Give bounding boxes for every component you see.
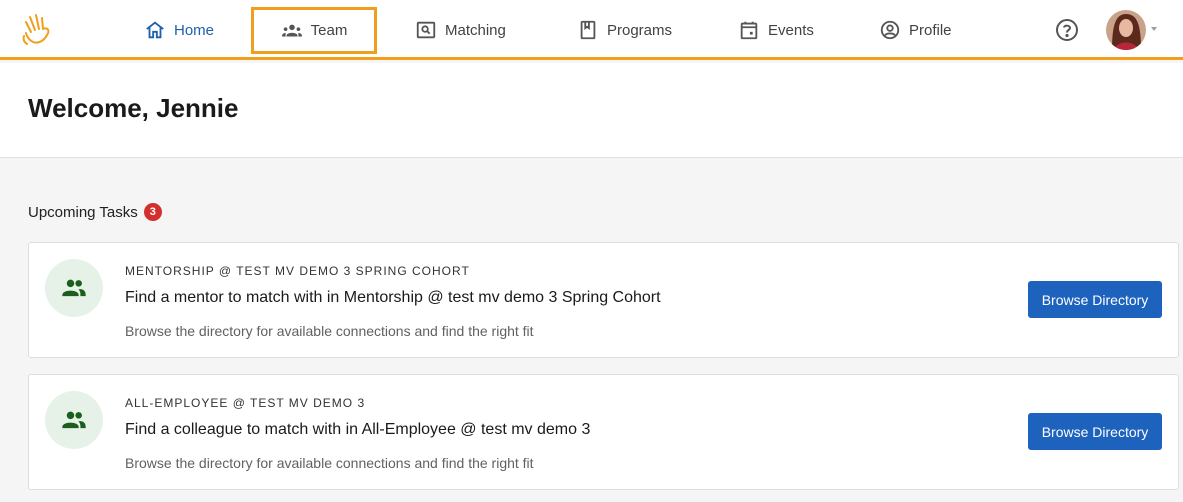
- task-avatar: [45, 391, 103, 449]
- help-icon[interactable]: [1055, 18, 1079, 42]
- account-circle-icon: [880, 20, 900, 40]
- nav-label-events: Events: [768, 21, 814, 39]
- user-photo-icon: [1106, 10, 1146, 50]
- waving-hand-icon[interactable]: [22, 12, 54, 46]
- matching-icon: [416, 21, 436, 39]
- team-icon: [281, 24, 302, 36]
- browse-directory-button[interactable]: Browse Directory: [1028, 413, 1162, 450]
- task-card-all-employee: ALL-EMPLOYEE @ TEST MV DEMO 3 Find a col…: [28, 374, 1179, 490]
- section-title: Upcoming Tasks: [28, 203, 138, 221]
- nav-item-matching[interactable]: Matching: [415, 8, 506, 52]
- task-card-mentorship: MENTORSHIP @ TEST MV DEMO 3 SPRING COHOR…: [28, 242, 1179, 358]
- calendar-icon: [740, 21, 758, 40]
- task-eyebrow: ALL-EMPLOYEE @ TEST MV DEMO 3: [125, 396, 366, 410]
- people-icon: [62, 411, 86, 429]
- page-title: Welcome, Jennie: [28, 93, 239, 123]
- chevron-down-icon[interactable]: [1151, 27, 1157, 31]
- task-title: Find a colleague to match with in All-Em…: [125, 421, 591, 438]
- nav-item-home[interactable]: Home: [144, 8, 214, 52]
- home-icon: [146, 21, 164, 39]
- nav-label-programs: Programs: [607, 21, 673, 39]
- nav-item-events[interactable]: Events: [738, 8, 814, 52]
- nav-item-team[interactable]: Team: [251, 7, 377, 54]
- task-description: Browse the directory for available conne…: [125, 323, 534, 339]
- nav-label-team: Team: [310, 22, 348, 39]
- avatar[interactable]: [1106, 10, 1146, 50]
- nav-item-programs[interactable]: Programs: [577, 8, 672, 52]
- welcome-header: Welcome, Jennie: [0, 63, 1183, 158]
- nav-label-matching: Matching: [445, 21, 506, 39]
- nav-item-profile[interactable]: Profile: [879, 8, 952, 52]
- nav-label-profile: Profile: [909, 21, 952, 39]
- people-icon: [62, 279, 86, 297]
- upcoming-tasks-header: Upcoming Tasks 3: [28, 203, 162, 221]
- task-title: Find a mentor to match with in Mentorshi…: [125, 289, 661, 306]
- top-navigation: Home Team Matching Programs Events Profi…: [0, 0, 1183, 60]
- bookmark-icon: [580, 20, 596, 40]
- task-avatar: [45, 259, 103, 317]
- task-description: Browse the directory for available conne…: [125, 455, 534, 471]
- browse-directory-button[interactable]: Browse Directory: [1028, 281, 1162, 318]
- tasks-count-badge: 3: [143, 203, 162, 221]
- nav-label-home: Home: [174, 21, 215, 39]
- task-eyebrow: MENTORSHIP @ TEST MV DEMO 3 SPRING COHOR…: [125, 264, 470, 278]
